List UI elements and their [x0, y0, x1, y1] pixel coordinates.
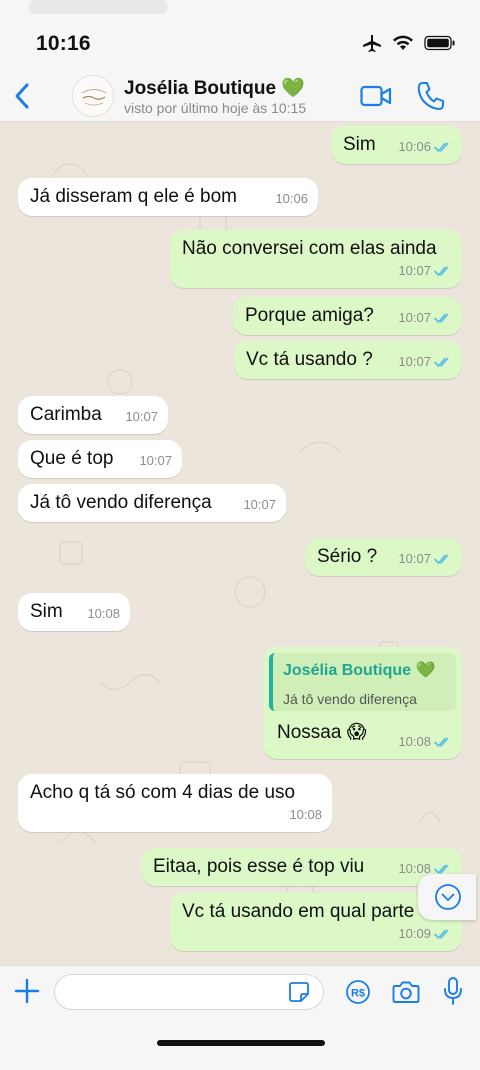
- back-icon[interactable]: [10, 82, 36, 110]
- message-text: Que é top: [30, 448, 114, 469]
- mic-icon[interactable]: [442, 976, 464, 1006]
- message-time: 10:07: [125, 409, 158, 424]
- read-ticks-icon: [434, 357, 449, 368]
- read-ticks-icon: [434, 142, 449, 153]
- read-ticks-icon: [434, 929, 449, 940]
- video-call-icon[interactable]: [360, 84, 392, 108]
- status-time: 10:16: [36, 32, 91, 55]
- message-bubble-outgoing[interactable]: Sério ? 10:07: [305, 538, 462, 576]
- message-bubble-incoming[interactable]: Já disseram q ele é bom 10:06: [18, 178, 318, 216]
- message-text: Nossaa 😱: [277, 722, 367, 743]
- message-bubble-incoming[interactable]: Sim 10:08: [18, 593, 130, 631]
- airplane-icon: [363, 35, 381, 52]
- scroll-down-button[interactable]: [418, 874, 476, 920]
- message-time: 10:08: [289, 807, 322, 822]
- message-time: 10:07: [139, 453, 172, 468]
- message-meta: 10:07: [243, 493, 276, 517]
- contact-avatar[interactable]: [72, 75, 114, 117]
- message-time: 10:06: [398, 139, 431, 154]
- message-time: 10:07: [398, 263, 431, 278]
- message-input[interactable]: [54, 974, 324, 1010]
- message-text: Carimba: [30, 404, 102, 425]
- message-bubble-incoming[interactable]: Acho q tá só com 4 dias de uso 10:08: [18, 774, 332, 832]
- message-text: Vc tá usando em qual parte: [182, 901, 415, 922]
- message-bubble-incoming[interactable]: Carimba 10:07: [18, 396, 168, 434]
- message-bubble-outgoing[interactable]: Vc tá usando ? 10:07: [234, 341, 462, 379]
- read-ticks-icon: [434, 554, 449, 565]
- read-ticks-icon: [434, 737, 449, 748]
- dynamic-island-hint: [28, 0, 168, 14]
- message-time: 10:07: [398, 551, 431, 566]
- message-bubble-outgoing-reply[interactable]: Josélia Boutique 💚 Já tô vendo diferença…: [263, 647, 462, 759]
- quoted-author: Josélia Boutique 💚: [283, 662, 436, 679]
- status-icons: [362, 34, 456, 52]
- message-composer: R$: [0, 965, 480, 1070]
- phone-call-icon[interactable]: [417, 81, 445, 111]
- boutique-logo: [74, 77, 113, 116]
- sticker-icon[interactable]: [288, 981, 310, 1003]
- status-bar: 10:16: [0, 0, 480, 70]
- message-time: 10:07: [243, 497, 276, 512]
- message-text: Acho q tá só com 4 dias de uso: [30, 782, 296, 803]
- camera-icon[interactable]: [392, 980, 420, 1004]
- message-time: 10:09: [398, 926, 431, 941]
- svg-text:R$: R$: [351, 988, 365, 1000]
- message-meta: 10:09: [398, 922, 452, 946]
- message-meta: 10:07: [398, 306, 452, 330]
- message-meta: 10:08: [398, 730, 452, 754]
- message-text: Eitaa, pois esse é top viu: [153, 856, 365, 877]
- last-seen-status: visto por último hoje às 10:15: [124, 100, 307, 116]
- contact-name[interactable]: Josélia Boutique 💚: [124, 76, 305, 100]
- message-text: Porque amiga?: [245, 305, 374, 326]
- message-text: Sério ?: [317, 546, 378, 567]
- wifi-icon: [393, 35, 413, 50]
- message-bubble-outgoing[interactable]: Porque amiga? 10:07: [233, 297, 462, 335]
- message-time: 10:06: [275, 191, 308, 206]
- message-meta: 10:07: [125, 405, 158, 429]
- message-text: Sim: [343, 134, 376, 155]
- scroll-down-icon: [435, 884, 461, 910]
- message-meta: 10:06: [398, 135, 452, 159]
- message-time: 10:07: [398, 310, 431, 325]
- chat-header: Josélia Boutique 💚 visto por último hoje…: [0, 70, 480, 122]
- read-ticks-icon: [434, 266, 449, 277]
- payment-icon[interactable]: R$: [345, 979, 371, 1005]
- message-bubble-outgoing[interactable]: Eitaa, pois esse é top viu 10:08: [141, 848, 462, 886]
- message-text: Já disseram q ele é bom: [30, 186, 237, 207]
- message-text: Vc tá usando ?: [246, 349, 373, 370]
- message-bubble-outgoing[interactable]: Sim 10:06: [331, 126, 462, 164]
- message-bubble-incoming[interactable]: Que é top 10:07: [18, 440, 182, 478]
- message-time: 10:07: [398, 354, 431, 369]
- message-meta: 10:08: [289, 803, 322, 827]
- quoted-message[interactable]: Josélia Boutique 💚 Já tô vendo diferença: [269, 653, 456, 711]
- message-meta: 10:07: [398, 350, 452, 374]
- message-bubble-incoming[interactable]: Já tô vendo diferença 10:07: [18, 484, 286, 522]
- message-text: Já tô vendo diferença: [30, 492, 212, 513]
- message-meta: 10:06: [275, 187, 308, 211]
- message-meta: 10:07: [139, 449, 172, 473]
- message-meta: 10:07: [398, 547, 452, 571]
- read-ticks-icon: [434, 313, 449, 324]
- message-bubble-outgoing[interactable]: Não conversei com elas ainda 10:07: [170, 230, 462, 288]
- message-text: Não conversei com elas ainda: [182, 238, 437, 259]
- chat-area[interactable]: Sim 10:06 Já disseram q ele é bom 10:06 …: [0, 122, 480, 965]
- message-meta: 10:08: [87, 602, 120, 626]
- plus-icon[interactable]: [14, 978, 40, 1004]
- message-time: 10:08: [398, 734, 431, 749]
- message-time: 10:08: [87, 606, 120, 621]
- message-text: Sim: [30, 601, 63, 622]
- message-meta: 10:07: [398, 259, 452, 283]
- battery-icon: [424, 35, 455, 51]
- home-indicator[interactable]: [157, 1040, 325, 1046]
- quoted-text: Já tô vendo diferença: [283, 691, 417, 707]
